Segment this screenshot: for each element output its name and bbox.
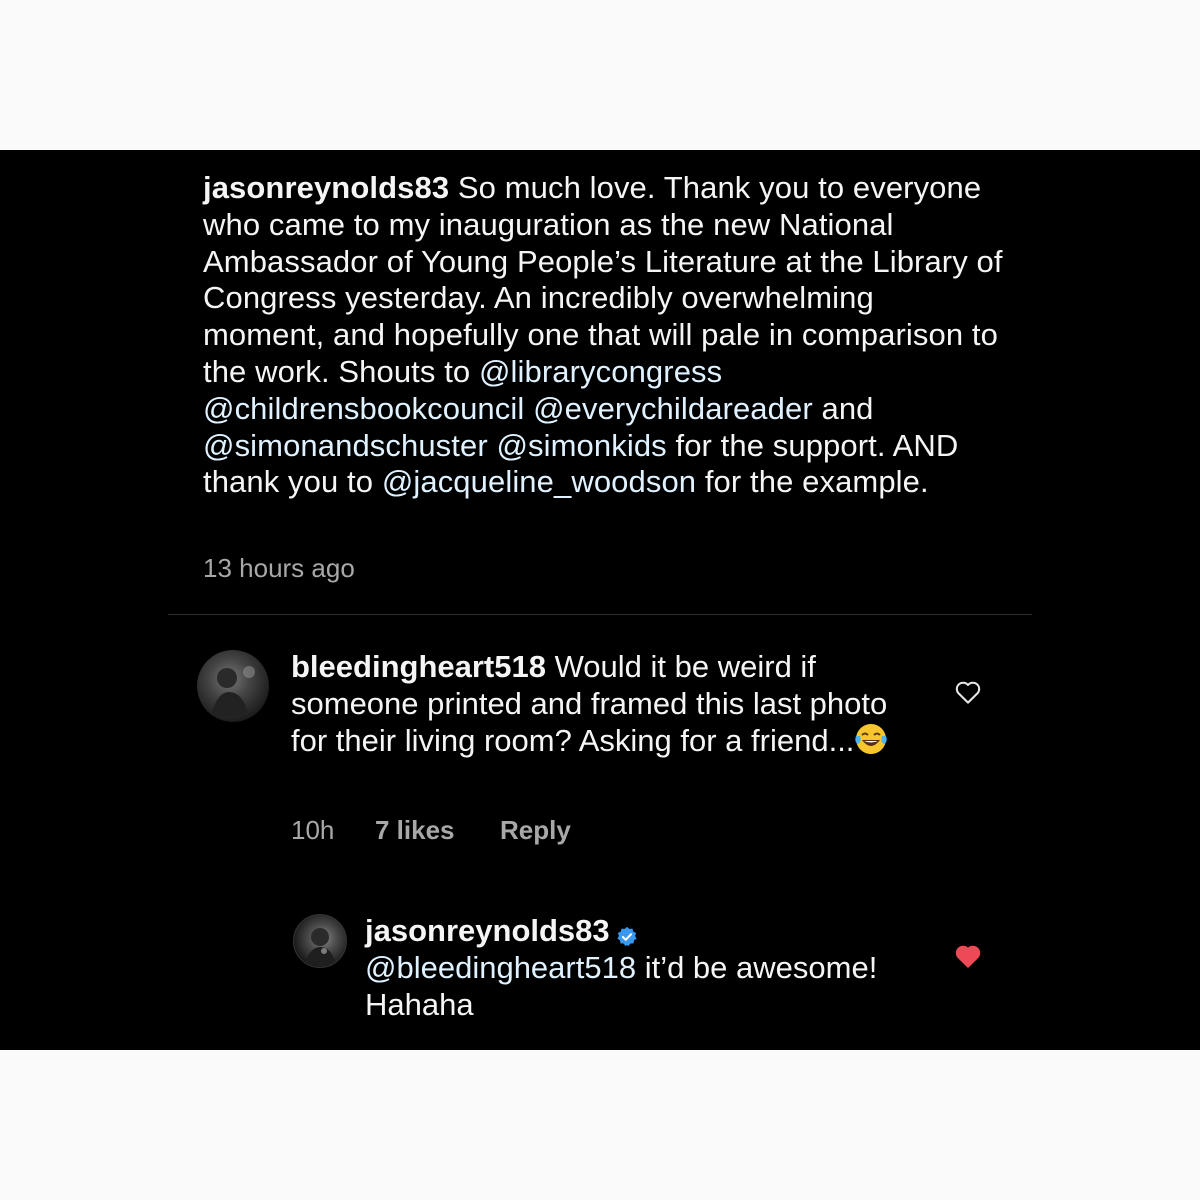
reply-username[interactable]: jasonreynolds83 [365,913,610,948]
user-avatar-icon [304,928,336,965]
verified-badge-icon [616,919,638,946]
mention-simonandschuster[interactable]: @simonandschuster [203,428,488,463]
comments-screen: jasonreynolds83 So much love. Thank you … [0,150,1200,1050]
mention-childrensbookcouncil[interactable]: @childrensbookcouncil [203,391,524,426]
mention-everychildareader[interactable]: @everychildareader [533,391,813,426]
mention-jacqueline-woodson[interactable]: @jacqueline_woodson [382,464,696,499]
user-avatar-icon [211,666,255,716]
mention-librarycongress[interactable]: @librarycongress [479,354,722,389]
unlike-reply-button[interactable] [953,941,983,971]
divider [168,614,1032,615]
mention-bleedingheart518[interactable]: @bleedingheart518 [365,950,636,985]
comment-likes[interactable]: 7 likes [375,815,455,846]
heart-filled-icon [955,945,981,968]
post-username[interactable]: jasonreynolds83 [203,170,449,205]
post-timestamp: 13 hours ago [203,553,355,583]
heart-outline-icon [955,681,981,704]
tears-of-joy-emoji-icon [854,722,888,756]
reply-author-avatar[interactable] [293,914,347,968]
caption-text: and [812,390,874,426]
reply-button[interactable]: Reply [500,815,571,846]
like-comment-button[interactable] [953,677,983,707]
caption-space [524,391,533,426]
comment-username[interactable]: bleedingheart518 [291,649,546,684]
post-caption: jasonreynolds83 So much love. Thank you … [203,170,1003,501]
reply-body: jasonreynolds83 @bleedingheart518 it’d b… [365,912,925,1023]
comment-time: 10h [291,815,335,845]
mention-simonkids[interactable]: @simonkids [496,428,666,463]
commenter-avatar[interactable] [197,650,269,722]
caption-text: for the example. [696,464,929,500]
comment-body: bleedingheart518 Would it be weird if so… [291,648,911,760]
